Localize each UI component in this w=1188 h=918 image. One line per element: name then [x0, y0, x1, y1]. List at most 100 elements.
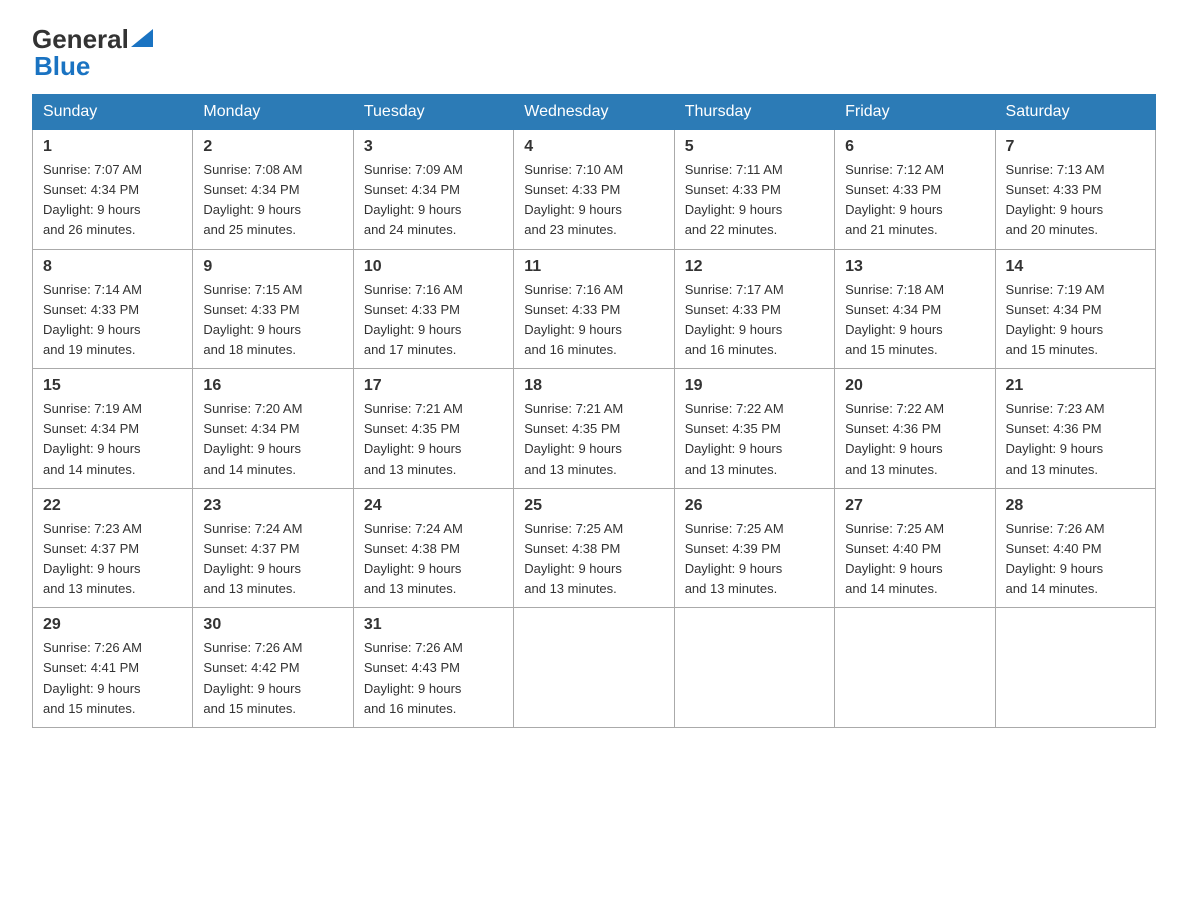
day-number: 7 — [1006, 138, 1145, 156]
calendar-week-row: 15Sunrise: 7:19 AMSunset: 4:34 PMDayligh… — [33, 369, 1156, 489]
day-number: 17 — [364, 377, 503, 395]
table-row — [995, 608, 1155, 728]
day-info: Sunrise: 7:24 AMSunset: 4:38 PMDaylight:… — [364, 519, 503, 600]
day-number: 20 — [845, 377, 984, 395]
day-info: Sunrise: 7:21 AMSunset: 4:35 PMDaylight:… — [524, 399, 663, 480]
calendar-week-row: 8Sunrise: 7:14 AMSunset: 4:33 PMDaylight… — [33, 249, 1156, 369]
table-row — [835, 608, 995, 728]
day-info: Sunrise: 7:20 AMSunset: 4:34 PMDaylight:… — [203, 399, 342, 480]
col-monday: Monday — [193, 95, 353, 130]
table-row: 22 Sunrise: 7:23 AMSunset: 4:37 PMDayligh… — [33, 488, 193, 608]
table-row: 28Sunrise: 7:26 AMSunset: 4:40 PMDayligh… — [995, 488, 1155, 608]
table-row: 6Sunrise: 7:12 AMSunset: 4:33 PMDaylight… — [835, 130, 995, 250]
day-number: 2 — [203, 138, 342, 156]
col-friday: Friday — [835, 95, 995, 130]
day-number: 11 — [524, 258, 663, 276]
col-sunday: Sunday — [33, 95, 193, 130]
day-number: 9 — [203, 258, 342, 276]
day-number: 22 — [43, 497, 182, 515]
day-info: Sunrise: 7:11 AMSunset: 4:33 PMDaylight:… — [685, 160, 824, 241]
day-info: Sunrise: 7:13 AMSunset: 4:33 PMDaylight:… — [1006, 160, 1145, 241]
col-tuesday: Tuesday — [353, 95, 513, 130]
table-row: 25 Sunrise: 7:25 AMSunset: 4:38 PMDayligh… — [514, 488, 674, 608]
table-row: 31 Sunrise: 7:26 AMSunset: 4:43 PMDayligh… — [353, 608, 513, 728]
day-info: Sunrise: 7:26 AMSunset: 4:43 PMDaylight:… — [364, 638, 503, 719]
table-row: 9Sunrise: 7:15 AMSunset: 4:33 PMDaylight… — [193, 249, 353, 369]
day-info: Sunrise: 7:23 AMSunset: 4:36 PMDaylight:… — [1006, 399, 1145, 480]
table-row: 20 Sunrise: 7:22 AMSunset: 4:36 PMDayligh… — [835, 369, 995, 489]
day-info: Sunrise: 7:25 AMSunset: 4:39 PMDaylight:… — [685, 519, 824, 600]
table-row: 30 Sunrise: 7:26 AMSunset: 4:42 PMDayligh… — [193, 608, 353, 728]
col-saturday: Saturday — [995, 95, 1155, 130]
day-number: 24 — [364, 497, 503, 515]
day-number: 6 — [845, 138, 984, 156]
day-info: Sunrise: 7:26 AMSunset: 4:42 PMDaylight:… — [203, 638, 342, 719]
table-row: 21 Sunrise: 7:23 AMSunset: 4:36 PMDayligh… — [995, 369, 1155, 489]
table-row: 10 Sunrise: 7:16 AMSunset: 4:33 PMDayligh… — [353, 249, 513, 369]
logo: General Blue — [32, 24, 153, 82]
day-number: 15 — [43, 377, 182, 395]
day-number: 5 — [685, 138, 824, 156]
day-number: 27 — [845, 497, 984, 515]
day-info: Sunrise: 7:17 AMSunset: 4:33 PMDaylight:… — [685, 280, 824, 361]
table-row: 18 Sunrise: 7:21 AMSunset: 4:35 PMDayligh… — [514, 369, 674, 489]
table-row: 13 Sunrise: 7:18 AMSunset: 4:34 PMDayligh… — [835, 249, 995, 369]
day-info: Sunrise: 7:08 AMSunset: 4:34 PMDaylight:… — [203, 160, 342, 241]
day-info: Sunrise: 7:23 AMSunset: 4:37 PMDaylight:… — [43, 519, 182, 600]
col-thursday: Thursday — [674, 95, 834, 130]
table-row — [674, 608, 834, 728]
day-info: Sunrise: 7:26 AMSunset: 4:40 PMDaylight:… — [1006, 519, 1145, 600]
day-info: Sunrise: 7:25 AMSunset: 4:38 PMDaylight:… — [524, 519, 663, 600]
table-row: 3Sunrise: 7:09 AMSunset: 4:34 PMDaylight… — [353, 130, 513, 250]
day-info: Sunrise: 7:26 AMSunset: 4:41 PMDaylight:… — [43, 638, 182, 719]
table-row: 8Sunrise: 7:14 AMSunset: 4:33 PMDaylight… — [33, 249, 193, 369]
day-number: 13 — [845, 258, 984, 276]
day-number: 25 — [524, 497, 663, 515]
day-number: 16 — [203, 377, 342, 395]
day-number: 21 — [1006, 377, 1145, 395]
day-info: Sunrise: 7:09 AMSunset: 4:34 PMDaylight:… — [364, 160, 503, 241]
table-row: 17Sunrise: 7:21 AMSunset: 4:35 PMDayligh… — [353, 369, 513, 489]
table-row: 26Sunrise: 7:25 AMSunset: 4:39 PMDayligh… — [674, 488, 834, 608]
table-row: 19 Sunrise: 7:22 AMSunset: 4:35 PMDayligh… — [674, 369, 834, 489]
day-info: Sunrise: 7:16 AMSunset: 4:33 PMDaylight:… — [524, 280, 663, 361]
table-row: 5 Sunrise: 7:11 AMSunset: 4:33 PMDaylight… — [674, 130, 834, 250]
page-header: General Blue — [32, 24, 1156, 82]
day-info: Sunrise: 7:19 AMSunset: 4:34 PMDaylight:… — [1006, 280, 1145, 361]
table-row: 15Sunrise: 7:19 AMSunset: 4:34 PMDayligh… — [33, 369, 193, 489]
day-number: 8 — [43, 258, 182, 276]
logo-blue: Blue — [32, 51, 90, 82]
table-row: 11 Sunrise: 7:16 AMSunset: 4:33 PMDayligh… — [514, 249, 674, 369]
table-row: 7 Sunrise: 7:13 AMSunset: 4:33 PMDaylight… — [995, 130, 1155, 250]
calendar-table: Sunday Monday Tuesday Wednesday Thursday… — [32, 94, 1156, 728]
day-number: 30 — [203, 616, 342, 634]
calendar-header-row: Sunday Monday Tuesday Wednesday Thursday… — [33, 95, 1156, 130]
col-wednesday: Wednesday — [514, 95, 674, 130]
day-info: Sunrise: 7:07 AMSunset: 4:34 PMDaylight:… — [43, 160, 182, 241]
calendar-week-row: 1Sunrise: 7:07 AMSunset: 4:34 PMDaylight… — [33, 130, 1156, 250]
day-number: 19 — [685, 377, 824, 395]
day-number: 18 — [524, 377, 663, 395]
table-row — [514, 608, 674, 728]
day-number: 14 — [1006, 258, 1145, 276]
day-info: Sunrise: 7:22 AMSunset: 4:36 PMDaylight:… — [845, 399, 984, 480]
day-info: Sunrise: 7:18 AMSunset: 4:34 PMDaylight:… — [845, 280, 984, 361]
calendar-week-row: 22 Sunrise: 7:23 AMSunset: 4:37 PMDayligh… — [33, 488, 1156, 608]
day-info: Sunrise: 7:10 AMSunset: 4:33 PMDaylight:… — [524, 160, 663, 241]
day-info: Sunrise: 7:16 AMSunset: 4:33 PMDaylight:… — [364, 280, 503, 361]
table-row: 4 Sunrise: 7:10 AMSunset: 4:33 PMDaylight… — [514, 130, 674, 250]
table-row: 2 Sunrise: 7:08 AMSunset: 4:34 PMDaylight… — [193, 130, 353, 250]
day-number: 31 — [364, 616, 503, 634]
table-row: 12Sunrise: 7:17 AMSunset: 4:33 PMDayligh… — [674, 249, 834, 369]
day-info: Sunrise: 7:25 AMSunset: 4:40 PMDaylight:… — [845, 519, 984, 600]
logo-triangle-icon — [131, 29, 153, 47]
day-info: Sunrise: 7:22 AMSunset: 4:35 PMDaylight:… — [685, 399, 824, 480]
table-row: 23Sunrise: 7:24 AMSunset: 4:37 PMDayligh… — [193, 488, 353, 608]
table-row: 29Sunrise: 7:26 AMSunset: 4:41 PMDayligh… — [33, 608, 193, 728]
table-row: 1Sunrise: 7:07 AMSunset: 4:34 PMDaylight… — [33, 130, 193, 250]
day-number: 10 — [364, 258, 503, 276]
table-row: 27 Sunrise: 7:25 AMSunset: 4:40 PMDayligh… — [835, 488, 995, 608]
day-number: 4 — [524, 138, 663, 156]
calendar-week-row: 29Sunrise: 7:26 AMSunset: 4:41 PMDayligh… — [33, 608, 1156, 728]
day-number: 23 — [203, 497, 342, 515]
